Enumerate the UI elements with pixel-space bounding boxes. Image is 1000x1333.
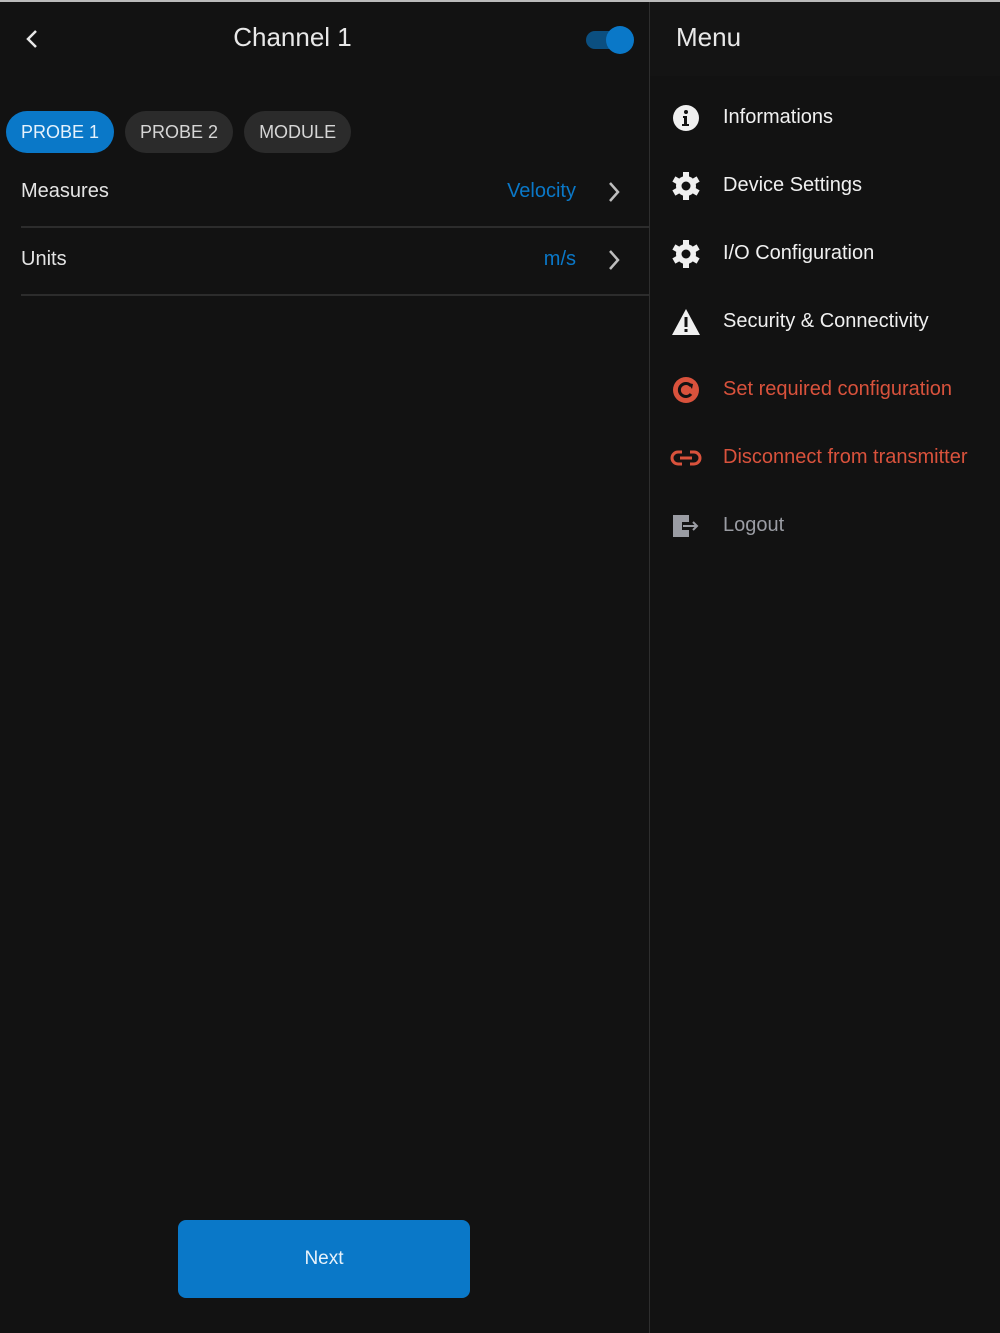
menu-item-informations[interactable]: Informations bbox=[650, 90, 1000, 146]
chevron-right-icon bbox=[609, 250, 620, 270]
next-button[interactable]: Next bbox=[178, 1220, 470, 1298]
menu-item-set-required-configuration[interactable]: Set required configuration bbox=[650, 362, 1000, 418]
gear-icon bbox=[672, 172, 700, 200]
tab-bar: PROBE 1 PROBE 2 MODULE bbox=[6, 111, 352, 153]
menu-item-logout[interactable]: Logout bbox=[650, 498, 1000, 554]
units-value: m/s bbox=[543, 248, 576, 270]
menu-item-device-settings[interactable]: Device Settings bbox=[650, 158, 1000, 214]
menu-item-label: Informations bbox=[723, 106, 834, 128]
reset-icon bbox=[673, 377, 699, 403]
menu-item-label: Device Settings bbox=[723, 174, 862, 196]
toggle-knob bbox=[606, 26, 634, 54]
units-row[interactable]: Units m/s bbox=[21, 228, 649, 296]
menu-panel: Menu Informations Device Settings I/O Co… bbox=[650, 2, 1000, 1333]
menu-title: Menu bbox=[676, 22, 742, 52]
menu-item-label: I/O Configuration bbox=[723, 242, 875, 264]
menu-item-label: Logout bbox=[723, 514, 785, 536]
menu-item-label: Set required configuration bbox=[723, 378, 953, 400]
menu-item-io-configuration[interactable]: I/O Configuration bbox=[650, 226, 1000, 282]
measures-value: Velocity bbox=[507, 180, 576, 202]
info-icon bbox=[673, 105, 699, 131]
measures-label: Measures bbox=[21, 180, 109, 202]
warning-icon bbox=[672, 309, 700, 335]
channel-panel: Channel 1 PROBE 1 PROBE 2 MODULE Measure… bbox=[0, 2, 649, 1333]
tab-probe-1[interactable]: PROBE 1 bbox=[6, 111, 115, 153]
logout-icon bbox=[673, 515, 699, 537]
menu-item-disconnect[interactable]: Disconnect from transmitter bbox=[650, 430, 1000, 486]
chevron-right-icon bbox=[609, 182, 620, 202]
gear-icon bbox=[672, 240, 700, 268]
menu-item-label: Disconnect from transmitter bbox=[723, 446, 968, 468]
channel-toggle[interactable] bbox=[586, 26, 634, 54]
menu-item-label: Security & Connectivity bbox=[723, 310, 929, 332]
measures-row[interactable]: Measures Velocity bbox=[21, 160, 649, 228]
units-label: Units bbox=[21, 248, 67, 270]
tab-probe-2[interactable]: PROBE 2 bbox=[125, 111, 234, 153]
tab-module[interactable]: MODULE bbox=[244, 111, 352, 153]
link-icon bbox=[670, 450, 702, 466]
menu-item-security-connectivity[interactable]: Security & Connectivity bbox=[650, 294, 1000, 350]
page-title: Channel 1 bbox=[233, 22, 352, 52]
